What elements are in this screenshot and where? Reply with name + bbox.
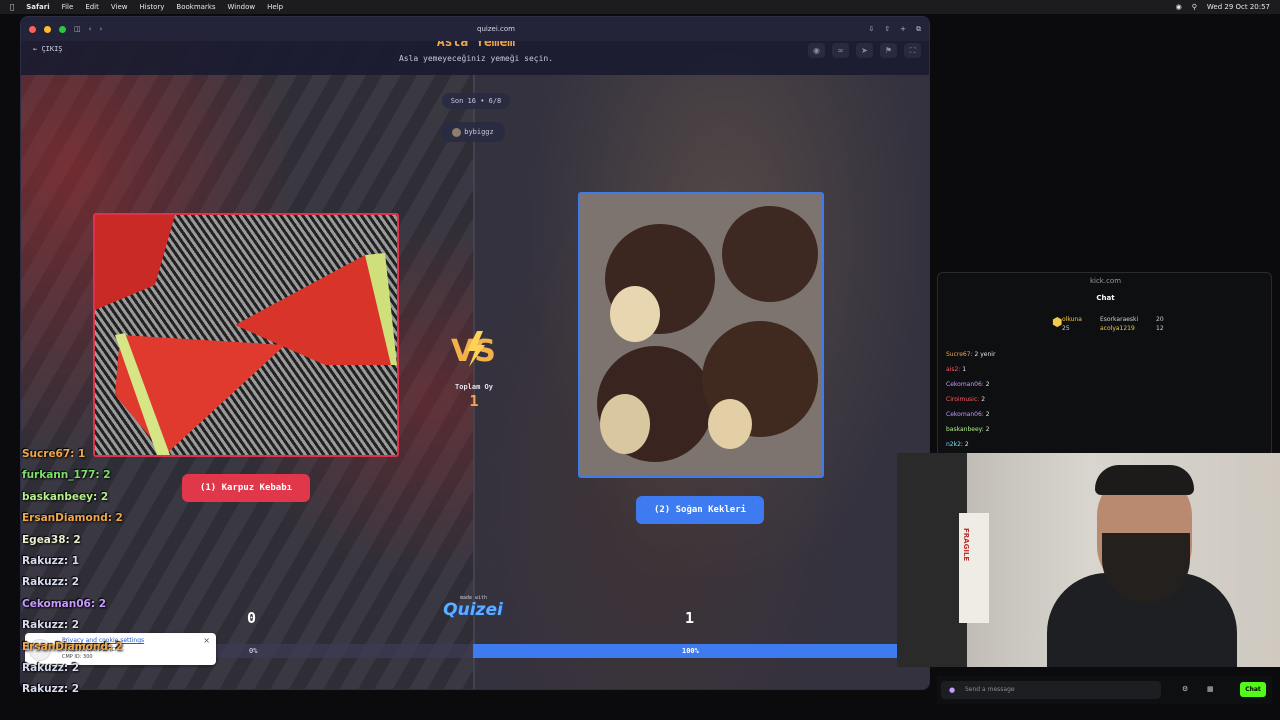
vote-feed-item: Cekoman06: 2 (22, 597, 107, 610)
vote-feed-item: furkann_177: 2 (22, 469, 111, 482)
kick-chat-window: kick.com Chat ⬢ olkuna 25 Esorkaraeski 2… (937, 272, 1272, 467)
chat-message: Ciroimusic: 2 (946, 396, 986, 403)
quiz-header: ← ÇIKIŞ Asla Yemem Asla yemeyeceğiniz ye… (21, 41, 929, 75)
chat-window-url: kick.com (1089, 277, 1122, 285)
choice-right-image[interactable] (578, 192, 824, 478)
creator-badge[interactable]: bybiggz (441, 122, 505, 142)
forward-icon[interactable]: › (99, 25, 102, 33)
zoom-window-button[interactable] (59, 25, 66, 33)
share-icon[interactable]: ⇧ (884, 25, 890, 34)
tabs-overview-icon[interactable]: ⧉ (916, 25, 921, 34)
right-vote-count: 1 (685, 609, 695, 627)
vote-feed-item: ErsanDiamond: 2 (22, 512, 123, 525)
quiz-title: Asla Yemem (436, 41, 516, 50)
gifter-count: 12 (1156, 325, 1164, 332)
minimize-window-button[interactable] (44, 25, 51, 33)
menu-view[interactable]: View (111, 3, 128, 11)
chocolate-onions (580, 194, 822, 476)
settings-icon[interactable]: ⚙ (1182, 685, 1188, 693)
gifter-count: 20 (1156, 316, 1164, 323)
menu-bookmarks[interactable]: Bookmarks (176, 3, 215, 11)
vote-feed-overlay: Sucre67: 1 furkann_177: 2 baskanbeey: 2 … (22, 448, 212, 705)
left-percent-label: 0% (249, 647, 258, 655)
eye-icon[interactable]: ◉ (808, 43, 825, 58)
download-icon[interactable]: ⇩ (868, 25, 874, 34)
menu-history[interactable]: History (140, 3, 165, 11)
streamer-hair (1095, 465, 1194, 495)
chat-message: baskanbeey: 2 (946, 426, 990, 433)
chat-message: n2k2: 2 (946, 441, 969, 448)
vote-feed-item: Rakuzz: 2 (22, 661, 80, 674)
vote-feed-item: Egea38: 2 (22, 533, 81, 546)
watermelon-slices (95, 215, 397, 455)
crown-icon: ⬢ (1052, 315, 1063, 329)
browser-toolbar: ◫ ‹ › ⇩ ⇧ + ⧉ quizei.com (21, 17, 929, 41)
flag-icon[interactable]: ⚑ (880, 43, 897, 58)
menu-file[interactable]: File (62, 3, 74, 11)
back-icon[interactable]: ‹ (89, 25, 92, 33)
chat-message: Cekoman06: 2 (946, 411, 990, 418)
choice-left-image[interactable] (93, 213, 399, 457)
fullscreen-icon[interactable]: ⛶ (904, 43, 921, 58)
send-chat-button[interactable]: Chat (1240, 682, 1266, 697)
versus-icon: VS (451, 331, 496, 369)
search-icon[interactable]: ⚲ (1192, 3, 1197, 11)
top-gifter-name: olkuna (1062, 316, 1082, 323)
chat-message-input[interactable]: Send a message (941, 681, 1161, 699)
quizei-logo[interactable]: Quizei (439, 600, 507, 620)
address-bar[interactable]: quizei.com (311, 22, 681, 36)
close-window-button[interactable] (29, 25, 36, 33)
total-votes-label: Toplam Oy (455, 383, 493, 391)
total-votes-value: 1 (469, 392, 479, 410)
round-indicator: Son 16 • 6/8 (442, 93, 510, 109)
chat-message: Cekoman06: 2 (946, 381, 990, 388)
vote-feed-item: baskanbeey: 2 (22, 490, 109, 503)
vote-feed-item: Rakuzz: 2 (22, 576, 80, 589)
top-gifter-count: 25 (1062, 325, 1070, 332)
top-gifters: ⬢ olkuna 25 Esorkaraeski 20 acolya1219 1… (1044, 313, 1174, 337)
menu-window[interactable]: Window (228, 3, 256, 11)
menu-app[interactable]: Safari (26, 3, 49, 11)
gifter-name: Esorkaraeski (1100, 316, 1139, 323)
menu-edit[interactable]: Edit (85, 3, 99, 11)
webcam-door (897, 453, 967, 667)
address-bar-url: quizei.com (477, 25, 515, 33)
right-percent-label: 100% (682, 647, 699, 655)
vote-feed-item: Rakuzz: 2 (22, 619, 80, 632)
sidebar-icon[interactable]: ◫ (74, 25, 81, 33)
quiz-actions: ◉ ∞ ➤ ⚑ ⛶ (808, 43, 921, 58)
webcam-feed: FRAGILE (897, 453, 1280, 667)
gifter-name: acolya1219 (1100, 325, 1135, 332)
calendar-icon[interactable]: ▦ (1207, 685, 1214, 693)
choice-right-button[interactable]: (2) Soğan Kekleri (636, 496, 764, 524)
vote-progress-fill (473, 644, 929, 658)
left-vote-count: 0 (247, 609, 257, 627)
send-icon[interactable]: ➤ (856, 43, 873, 58)
vote-feed-item: ErsanDiamond: 2 (22, 640, 123, 653)
mic-icon[interactable]: ● (949, 686, 955, 694)
menubar-clock[interactable]: Wed 29 Oct 20:57 (1207, 3, 1270, 11)
quiz-subtitle: Asla yemeyeceğiniz yemeği seçin. (398, 54, 554, 63)
mac-menubar:  Safari File Edit View History Bookmark… (0, 0, 1280, 14)
webcam-box-label: FRAGILE (962, 528, 970, 562)
new-tab-icon[interactable]: + (900, 25, 906, 34)
chat-input-bar: Send a message ● ⚙ ▦ Chat (937, 676, 1272, 704)
vote-feed-item: Rakuzz: 1 (22, 554, 80, 567)
chat-title: Chat (1096, 294, 1115, 302)
chat-message: Sucre67: 2 yenir (946, 351, 996, 358)
avatar (452, 127, 462, 137)
menu-help[interactable]: Help (267, 3, 283, 11)
apple-icon[interactable]:  (10, 3, 14, 11)
wifi-icon[interactable]: ◉ (1176, 3, 1182, 11)
chat-message: ais2: 1 (946, 366, 967, 373)
creator-name: bybiggz (464, 128, 494, 136)
vote-feed-item: Rakuzz: 2 (22, 683, 80, 696)
link-icon[interactable]: ∞ (832, 43, 849, 58)
vote-feed-item: Sucre67: 1 (22, 448, 86, 460)
